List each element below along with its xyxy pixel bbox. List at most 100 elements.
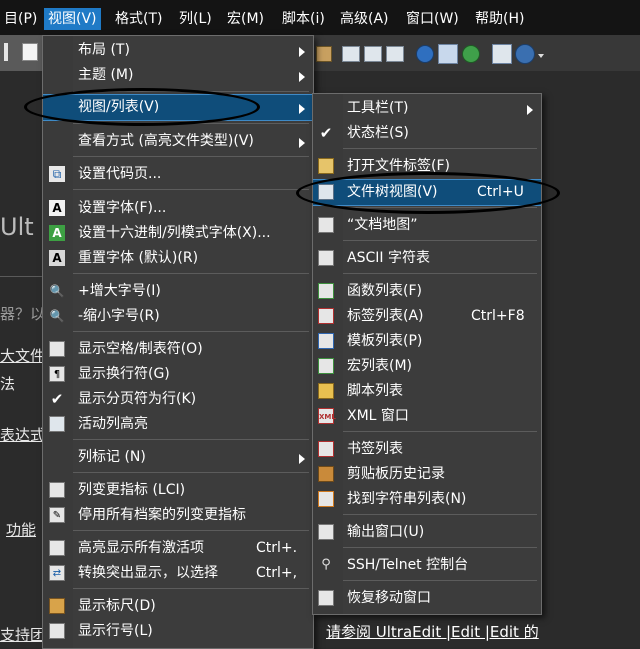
- menu-item-theme[interactable]: 主题 (M): [43, 63, 313, 88]
- line-numbers-icon: [49, 623, 65, 639]
- menu-item-lci[interactable]: 列变更指标 (LCI): [43, 478, 313, 503]
- document-icon[interactable]: [22, 43, 38, 61]
- menu-item-highlight-all[interactable]: 高亮显示所有激活项 Ctrl+.: [43, 536, 313, 561]
- browser-view-icon[interactable]: [438, 44, 458, 64]
- bg-text-fragment: 器？以: [0, 305, 46, 323]
- menu-item-label: 显示空格/制表符(O): [78, 341, 203, 357]
- menu-item-set-codepage[interactable]: ⧉ 设置代码页...: [43, 162, 313, 187]
- menu-item-label: ASCII 字符表: [347, 250, 430, 266]
- menu-item-label: 函数列表(F): [347, 283, 422, 299]
- toolbar-right-icons: [312, 38, 552, 68]
- menu-item-show-ruler[interactable]: 显示标尺(D): [43, 594, 313, 619]
- menu-item-view-as[interactable]: 查看方式 (高亮文件类型)(V): [43, 129, 313, 154]
- menu-item-label: 文件树视图(V): [347, 184, 438, 200]
- convert-highlight-icon: ⇄: [49, 565, 65, 581]
- ruler-icon: [49, 598, 65, 614]
- menu-script[interactable]: 脚本(i): [278, 8, 329, 30]
- menu-item-layout[interactable]: 布局 (T): [43, 38, 313, 63]
- menu-item-label: SSH/Telnet 控制台: [347, 557, 469, 573]
- menu-item-status-bar[interactable]: ✔ 状态栏(S): [313, 121, 541, 146]
- menu-item-set-hex-font[interactable]: A 设置十六进制/列模式字体(X)...: [43, 221, 313, 246]
- submenu-arrow-icon: [527, 105, 533, 115]
- help-icon[interactable]: [515, 44, 535, 64]
- menu-item-disable-lci[interactable]: ✎ 停用所有档案的列变更指标: [43, 503, 313, 528]
- menu-item-label: 列变更指标 (LCI): [78, 482, 186, 498]
- menu-item-label: 宏列表(M): [347, 358, 413, 374]
- menu-item-views-lists[interactable]: 视图/列表(V): [43, 94, 313, 121]
- menu-item-label: +增大字号(I): [78, 283, 161, 299]
- menu-item-show-page-breaks[interactable]: ✔ 显示分页符为行(K): [43, 387, 313, 412]
- menu-item-bookmark-list[interactable]: 书签列表: [313, 437, 541, 462]
- menu-item-set-font[interactable]: A 设置字体(F)...: [43, 196, 313, 221]
- menu-item-increase-font[interactable]: 🔍 +增大字号(I): [43, 279, 313, 304]
- menu-item-label: 模板列表(P): [347, 333, 423, 349]
- menu-macro[interactable]: 宏(M): [223, 8, 268, 30]
- bg-link-fragment-3[interactable]: 功能: [6, 519, 36, 540]
- menu-item-shortcut: Ctrl+F8: [471, 308, 525, 324]
- tile-window-icon[interactable]: [364, 46, 382, 62]
- toolbar-overflow-icon[interactable]: [538, 48, 544, 60]
- menu-item-file-tree-view[interactable]: 文件树视图(V) Ctrl+U: [313, 179, 541, 206]
- menu-item-ascii-table[interactable]: ASCII 字符表: [313, 246, 541, 271]
- copy-icon[interactable]: [316, 46, 332, 62]
- menu-item-convert-highlight[interactable]: ⇄ 转换突出显示，以选择 Ctrl+,: [43, 561, 313, 586]
- submenu-arrow-icon: [299, 454, 305, 464]
- menu-project[interactable]: 目(P): [0, 8, 41, 30]
- menu-item-label: 打开文件标签(F): [347, 158, 450, 174]
- menu-item-column-markers[interactable]: 列标记 (N): [43, 445, 313, 470]
- menu-item-macro-list[interactable]: 宏列表(M): [313, 354, 541, 379]
- menu-item-ssh-console[interactable]: ⚲ SSH/Telnet 控制台: [313, 553, 541, 578]
- menu-item-document-map[interactable]: “文档地图”: [313, 213, 541, 238]
- bg-title-fragment: Ult: [0, 213, 34, 241]
- bg-divider: [0, 276, 44, 277]
- menu-item-output-window[interactable]: 输出窗口(U): [313, 520, 541, 545]
- menu-item-show-spaces[interactable]: 显示空格/制表符(O): [43, 337, 313, 362]
- menu-item-shortcut: Ctrl+,: [256, 565, 298, 581]
- menu-item-label: 剪贴板历史记录: [347, 466, 445, 482]
- output-window-icon: [318, 524, 334, 540]
- menu-item-open-file-tabs[interactable]: 打开文件标签(F): [313, 154, 541, 179]
- list-view-icon[interactable]: [492, 44, 512, 64]
- font-icon: A: [49, 200, 65, 216]
- menu-separator: [343, 580, 537, 581]
- menu-item-shortcut: Ctrl+.: [256, 540, 298, 556]
- refresh-icon[interactable]: [462, 45, 480, 63]
- script-list-icon: [318, 383, 334, 399]
- menu-item-template-list[interactable]: 模板列表(P): [313, 329, 541, 354]
- menu-item-decrease-font[interactable]: 🔍 -缩小字号(R): [43, 304, 313, 329]
- menu-advanced[interactable]: 高级(A): [336, 8, 393, 30]
- menu-item-script-list[interactable]: 脚本列表: [313, 379, 541, 404]
- bg-link-fragment-2[interactable]: 表达式: [0, 424, 45, 445]
- toolbar-left-fragment: [0, 35, 42, 71]
- menu-item-show-line-numbers[interactable]: 显示行号(L): [43, 619, 313, 644]
- menu-item-toolbars[interactable]: 工具栏(T): [313, 96, 541, 121]
- globe-icon[interactable]: [416, 45, 434, 63]
- check-icon: ✔: [50, 390, 64, 408]
- bg-link-fragment[interactable]: 大文件: [0, 345, 45, 366]
- toolbar-grip: [4, 43, 8, 61]
- menu-separator: [343, 431, 537, 432]
- menu-column[interactable]: 列(L): [175, 8, 216, 30]
- menu-item-label: 布局 (T): [78, 42, 130, 58]
- menu-view[interactable]: 视图(V): [44, 8, 101, 30]
- menu-window[interactable]: 窗口(W): [402, 8, 463, 30]
- menu-item-column-highlight[interactable]: 活动列高亮: [43, 412, 313, 437]
- menu-item-show-linebreaks[interactable]: ¶ 显示换行符(G): [43, 362, 313, 387]
- menu-help[interactable]: 帮助(H): [471, 8, 528, 30]
- menu-item-reset-font[interactable]: A 重置字体 (默认)(R): [43, 246, 313, 271]
- codepage-icon: ⧉: [49, 166, 65, 182]
- menu-item-clipboard-history[interactable]: 剪贴板历史记录: [313, 462, 541, 487]
- split-window-icon[interactable]: [342, 46, 360, 62]
- highlight-all-icon: [49, 540, 65, 556]
- menu-item-xml-window[interactable]: XML XML 窗口: [313, 404, 541, 429]
- bg-link-fragment-4[interactable]: 支持团: [0, 624, 45, 645]
- menu-item-find-string-list[interactable]: 找到字符串列表(N): [313, 487, 541, 512]
- help-link[interactable]: 请参阅 UltraEdit |Edit |Edit 的: [326, 620, 539, 644]
- menu-format[interactable]: 格式(T): [111, 8, 166, 30]
- menu-item-restore-window[interactable]: 恢复移动窗口: [313, 586, 541, 611]
- menu-item-tag-list[interactable]: 标签列表(A) Ctrl+F8: [313, 304, 541, 329]
- menu-separator: [73, 588, 309, 589]
- menu-item-function-list[interactable]: 函数列表(F): [313, 279, 541, 304]
- menu-item-label: 主题 (M): [78, 67, 134, 83]
- cascade-window-icon[interactable]: [386, 46, 404, 62]
